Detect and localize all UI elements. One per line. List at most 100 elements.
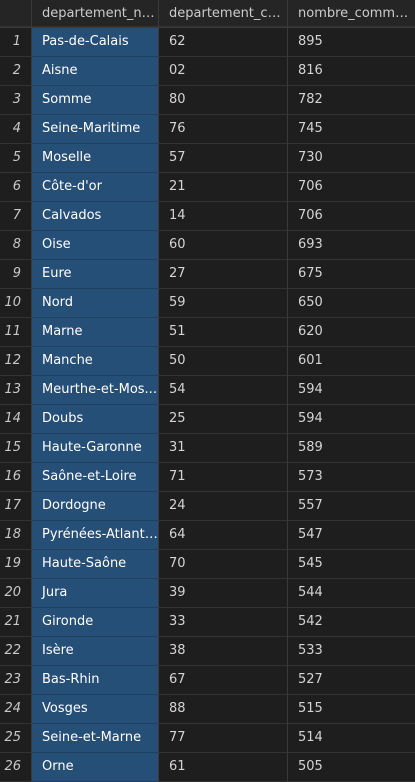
table-row[interactable]: 10 Nord 59 650 [0, 289, 415, 318]
row-number-cell[interactable]: 9 [0, 260, 32, 289]
departement-code-cell[interactable]: 54 [159, 376, 288, 405]
table-row[interactable]: 11 Marne 51 620 [0, 318, 415, 347]
departement-code-cell[interactable]: 62 [159, 28, 288, 57]
row-number-cell[interactable]: 12 [0, 347, 32, 376]
departement-nom-cell[interactable]: Haute-Garonne [32, 434, 159, 463]
departement-code-cell[interactable]: 67 [159, 666, 288, 695]
row-number-cell[interactable]: 10 [0, 289, 32, 318]
row-number-header[interactable] [0, 0, 32, 27]
table-row[interactable]: 3 Somme 80 782 [0, 86, 415, 115]
column-header-departement-nom[interactable]: departement_nom [32, 0, 159, 27]
nombre-commune-cell[interactable]: 594 [288, 405, 415, 434]
table-row[interactable]: 24 Vosges 88 515 [0, 695, 415, 724]
row-number-cell[interactable]: 8 [0, 231, 32, 260]
departement-code-cell[interactable]: 31 [159, 434, 288, 463]
column-header-departement-code[interactable]: departement_code [159, 0, 288, 27]
row-number-cell[interactable]: 18 [0, 521, 32, 550]
departement-nom-cell[interactable]: Doubs [32, 405, 159, 434]
departement-code-cell[interactable]: 39 [159, 579, 288, 608]
table-row[interactable]: 4 Seine-Maritime 76 745 [0, 115, 415, 144]
departement-nom-cell[interactable]: Haute-Saône [32, 550, 159, 579]
departement-code-cell[interactable]: 21 [159, 173, 288, 202]
row-number-cell[interactable]: 23 [0, 666, 32, 695]
nombre-commune-cell[interactable]: 573 [288, 463, 415, 492]
departement-code-cell[interactable]: 77 [159, 724, 288, 753]
departement-nom-cell[interactable]: Seine-et-Marne [32, 724, 159, 753]
departement-code-cell[interactable]: 61 [159, 753, 288, 782]
table-row[interactable]: 19 Haute-Saône 70 545 [0, 550, 415, 579]
departement-code-cell[interactable]: 25 [159, 405, 288, 434]
departement-code-cell[interactable]: 51 [159, 318, 288, 347]
row-number-cell[interactable]: 22 [0, 637, 32, 666]
departement-code-cell[interactable]: 33 [159, 608, 288, 637]
table-row[interactable]: 26 Orne 61 505 [0, 753, 415, 782]
row-number-cell[interactable]: 13 [0, 376, 32, 405]
table-row[interactable]: 15 Haute-Garonne 31 589 [0, 434, 415, 463]
table-row[interactable]: 17 Dordogne 24 557 [0, 492, 415, 521]
departement-code-cell[interactable]: 76 [159, 115, 288, 144]
departement-nom-cell[interactable]: Oise [32, 231, 159, 260]
nombre-commune-cell[interactable]: 620 [288, 318, 415, 347]
row-number-cell[interactable]: 26 [0, 753, 32, 782]
departement-nom-cell[interactable]: Jura [32, 579, 159, 608]
table-row[interactable]: 16 Saône-et-Loire 71 573 [0, 463, 415, 492]
nombre-commune-cell[interactable]: 706 [288, 202, 415, 231]
departement-nom-cell[interactable]: Pyrénées-Atlanti... [32, 521, 159, 550]
departement-code-cell[interactable]: 57 [159, 144, 288, 173]
row-number-cell[interactable]: 1 [0, 28, 32, 57]
nombre-commune-cell[interactable]: 601 [288, 347, 415, 376]
row-number-cell[interactable]: 6 [0, 173, 32, 202]
row-number-cell[interactable]: 17 [0, 492, 32, 521]
departement-nom-cell[interactable]: Aisne [32, 57, 159, 86]
departement-code-cell[interactable]: 02 [159, 57, 288, 86]
nombre-commune-cell[interactable]: 544 [288, 579, 415, 608]
table-row[interactable]: 21 Gironde 33 542 [0, 608, 415, 637]
departement-nom-cell[interactable]: Marne [32, 318, 159, 347]
nombre-commune-cell[interactable]: 782 [288, 86, 415, 115]
departement-nom-cell[interactable]: Vosges [32, 695, 159, 724]
nombre-commune-cell[interactable]: 730 [288, 144, 415, 173]
table-row[interactable]: 5 Moselle 57 730 [0, 144, 415, 173]
nombre-commune-cell[interactable]: 675 [288, 260, 415, 289]
departement-nom-cell[interactable]: Manche [32, 347, 159, 376]
departement-code-cell[interactable]: 71 [159, 463, 288, 492]
departement-code-cell[interactable]: 14 [159, 202, 288, 231]
row-number-cell[interactable]: 14 [0, 405, 32, 434]
table-row[interactable]: 2 Aisne 02 816 [0, 57, 415, 86]
row-number-cell[interactable]: 7 [0, 202, 32, 231]
nombre-commune-cell[interactable]: 533 [288, 637, 415, 666]
row-number-cell[interactable]: 11 [0, 318, 32, 347]
nombre-commune-cell[interactable]: 594 [288, 376, 415, 405]
nombre-commune-cell[interactable]: 895 [288, 28, 415, 57]
nombre-commune-cell[interactable]: 527 [288, 666, 415, 695]
departement-nom-cell[interactable]: Meurthe-et-Mos... [32, 376, 159, 405]
table-row[interactable]: 8 Oise 60 693 [0, 231, 415, 260]
nombre-commune-cell[interactable]: 547 [288, 521, 415, 550]
nombre-commune-cell[interactable]: 650 [288, 289, 415, 318]
nombre-commune-cell[interactable]: 505 [288, 753, 415, 782]
row-number-cell[interactable]: 25 [0, 724, 32, 753]
row-number-cell[interactable]: 15 [0, 434, 32, 463]
nombre-commune-cell[interactable]: 545 [288, 550, 415, 579]
departement-nom-cell[interactable]: Orne [32, 753, 159, 782]
table-row[interactable]: 1 Pas-de-Calais 62 895 [0, 28, 415, 57]
departement-code-cell[interactable]: 70 [159, 550, 288, 579]
nombre-commune-cell[interactable]: 557 [288, 492, 415, 521]
table-row[interactable]: 22 Isère 38 533 [0, 637, 415, 666]
table-row[interactable]: 18 Pyrénées-Atlanti... 64 547 [0, 521, 415, 550]
table-row[interactable]: 23 Bas-Rhin 67 527 [0, 666, 415, 695]
table-row[interactable]: 20 Jura 39 544 [0, 579, 415, 608]
departement-nom-cell[interactable]: Côte-d'or [32, 173, 159, 202]
departement-nom-cell[interactable]: Calvados [32, 202, 159, 231]
table-row[interactable]: 6 Côte-d'or 21 706 [0, 173, 415, 202]
row-number-cell[interactable]: 20 [0, 579, 32, 608]
row-number-cell[interactable]: 24 [0, 695, 32, 724]
departement-code-cell[interactable]: 60 [159, 231, 288, 260]
nombre-commune-cell[interactable]: 514 [288, 724, 415, 753]
departement-nom-cell[interactable]: Somme [32, 86, 159, 115]
departement-nom-cell[interactable]: Gironde [32, 608, 159, 637]
row-number-cell[interactable]: 16 [0, 463, 32, 492]
departement-code-cell[interactable]: 80 [159, 86, 288, 115]
row-number-cell[interactable]: 21 [0, 608, 32, 637]
departement-code-cell[interactable]: 59 [159, 289, 288, 318]
